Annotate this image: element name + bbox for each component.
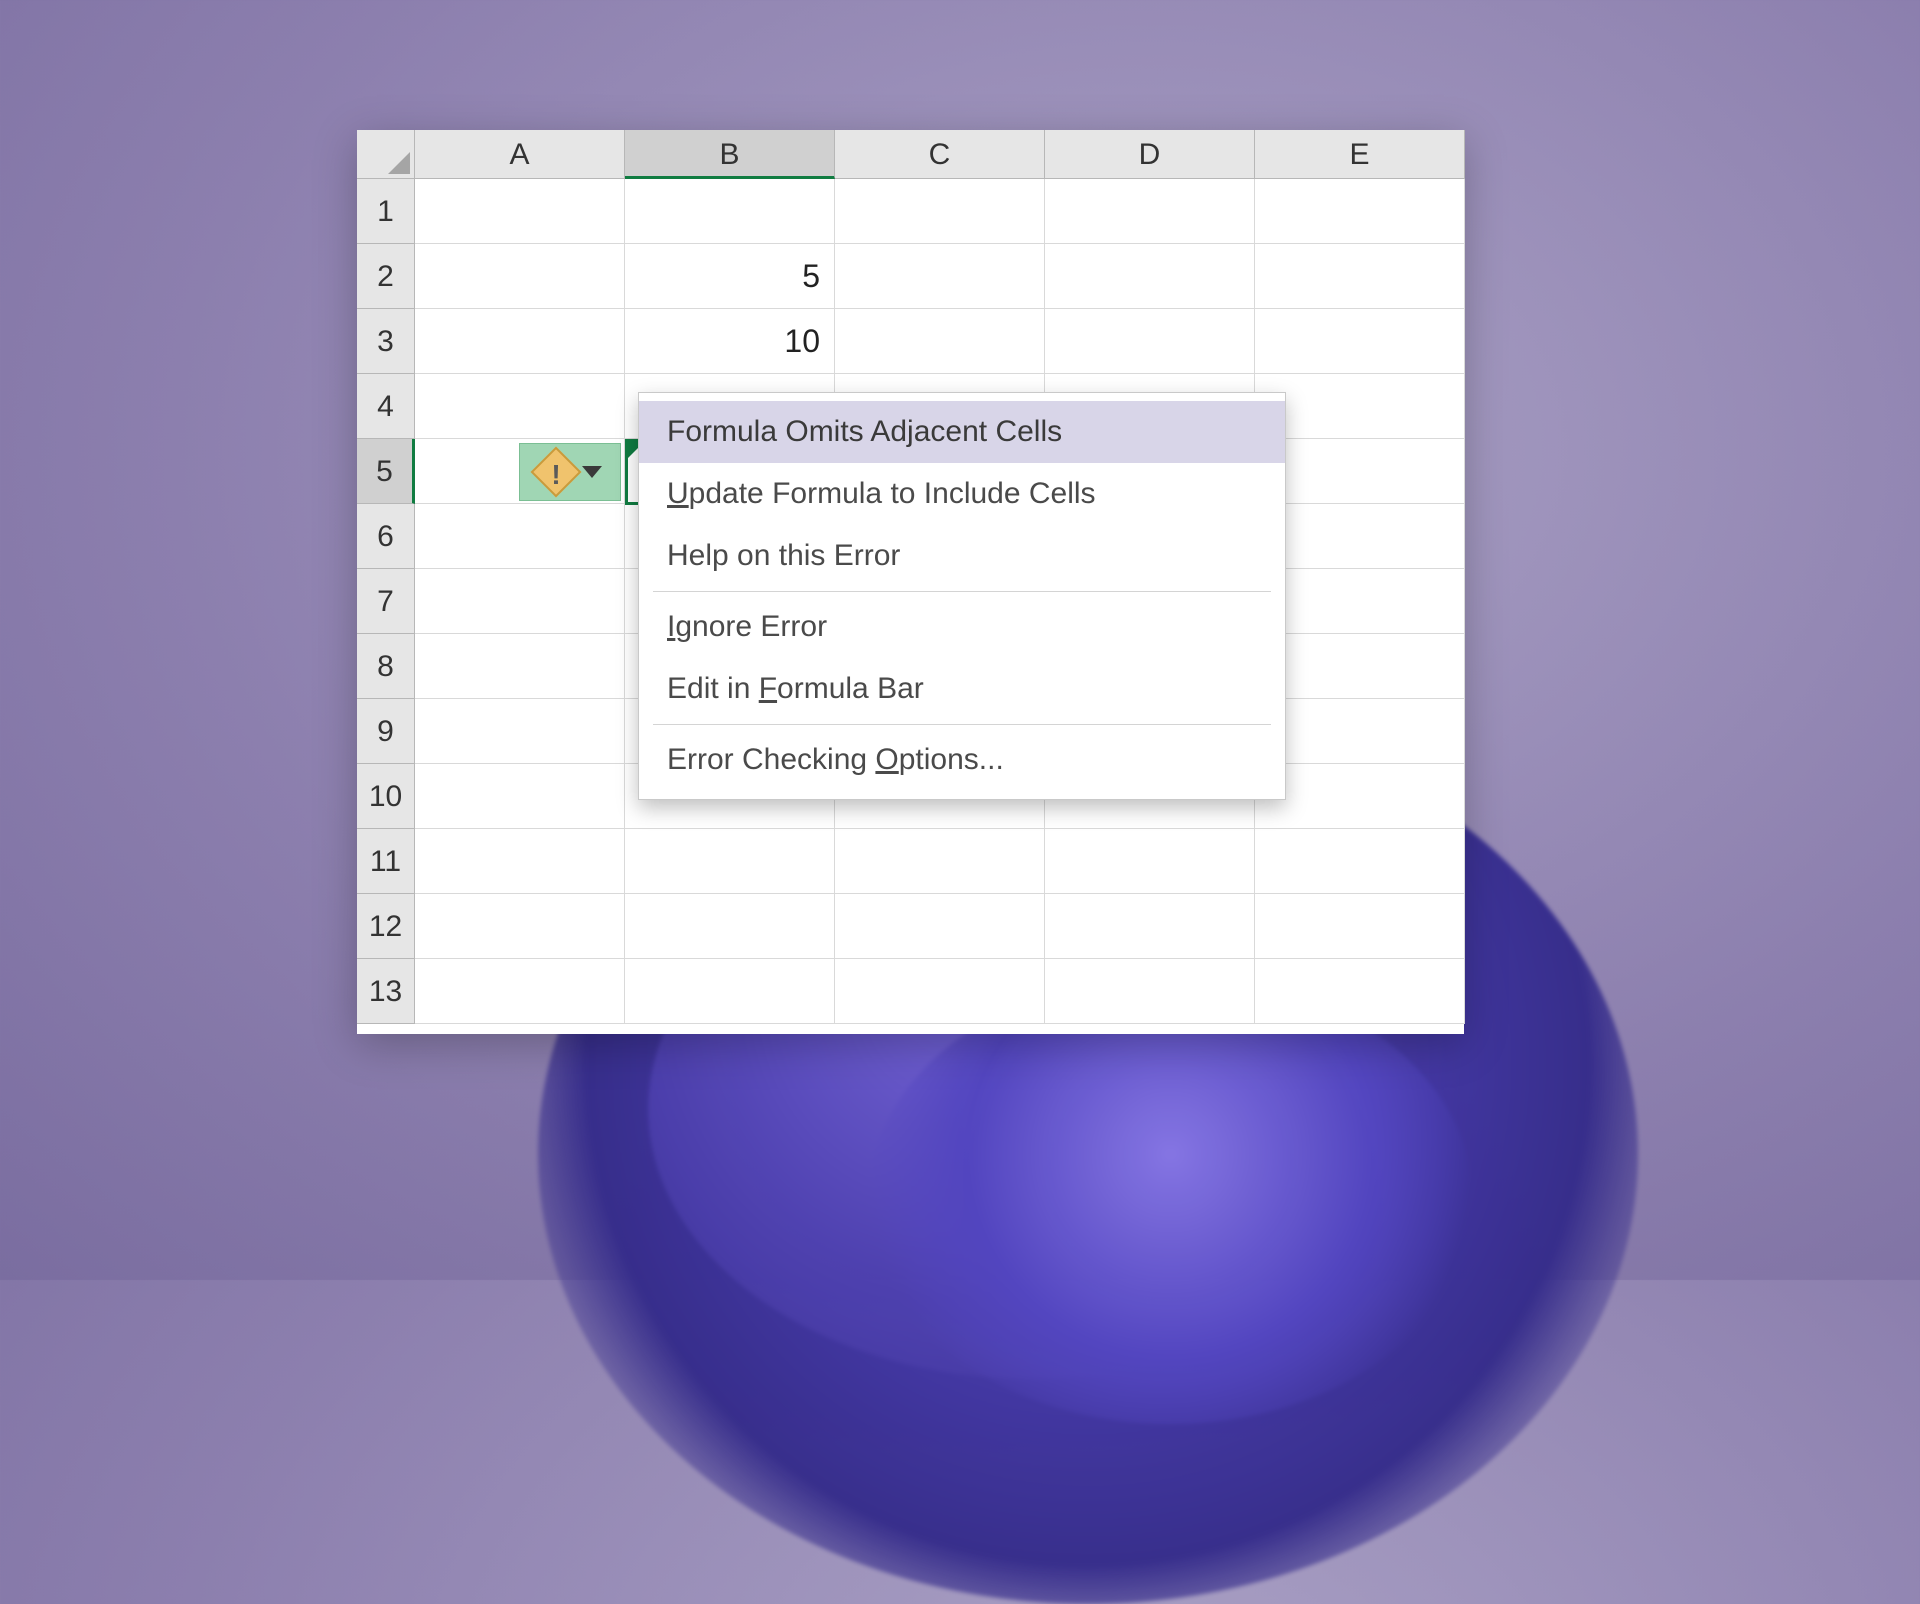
cell-B3[interactable]: 10 — [625, 309, 835, 374]
cell-E10[interactable] — [1255, 764, 1465, 829]
col-header-D[interactable]: D — [1045, 130, 1255, 179]
cell-E3[interactable] — [1255, 309, 1465, 374]
cell-E9[interactable] — [1255, 699, 1465, 764]
cell-C1[interactable] — [835, 179, 1045, 244]
cell-B11[interactable] — [625, 829, 835, 894]
cell-E12[interactable] — [1255, 894, 1465, 959]
cell-A2[interactable] — [415, 244, 625, 309]
row-headers: 1 2 3 4 5 6 7 8 9 10 11 12 13 — [357, 179, 415, 1034]
cell-A7[interactable] — [415, 569, 625, 634]
cell-C12[interactable] — [835, 894, 1045, 959]
col-header-B[interactable]: B — [625, 130, 835, 179]
row-header-8[interactable]: 8 — [357, 634, 415, 699]
cell-D3[interactable] — [1045, 309, 1255, 374]
menu-item-4[interactable]: Ignore Error — [639, 596, 1285, 658]
cell-E6[interactable] — [1255, 504, 1465, 569]
cell-A8[interactable] — [415, 634, 625, 699]
cell-A11[interactable] — [415, 829, 625, 894]
cell-E4[interactable] — [1255, 374, 1465, 439]
row-header-10[interactable]: 10 — [357, 764, 415, 829]
cell-B12[interactable] — [625, 894, 835, 959]
cell-E2[interactable] — [1255, 244, 1465, 309]
cell-A3[interactable] — [415, 309, 625, 374]
row-header-4[interactable]: 4 — [357, 374, 415, 439]
menu-item-1[interactable]: Update Formula to Include Cells — [639, 463, 1285, 525]
select-all-corner[interactable] — [357, 130, 415, 179]
cell-D2[interactable] — [1045, 244, 1255, 309]
menu-item-2[interactable]: Help on this Error — [639, 525, 1285, 587]
cell-A10[interactable] — [415, 764, 625, 829]
cell-D12[interactable] — [1045, 894, 1255, 959]
menu-separator — [653, 724, 1271, 725]
cell-A9[interactable] — [415, 699, 625, 764]
cell-A12[interactable] — [415, 894, 625, 959]
cell-C2[interactable] — [835, 244, 1045, 309]
row-header-11[interactable]: 11 — [357, 829, 415, 894]
cell-E1[interactable] — [1255, 179, 1465, 244]
row-header-3[interactable]: 3 — [357, 309, 415, 374]
cell-B2[interactable]: 5 — [625, 244, 835, 309]
cell-E8[interactable] — [1255, 634, 1465, 699]
cell-C11[interactable] — [835, 829, 1045, 894]
cell-B13[interactable] — [625, 959, 835, 1024]
menu-item-5[interactable]: Edit in Formula Bar — [639, 658, 1285, 720]
cell-C3[interactable] — [835, 309, 1045, 374]
cell-E5[interactable] — [1255, 439, 1465, 504]
cell-B1[interactable] — [625, 179, 835, 244]
cell-E7[interactable] — [1255, 569, 1465, 634]
menu-item-0[interactable]: Formula Omits Adjacent Cells — [639, 401, 1285, 463]
col-header-E[interactable]: E — [1255, 130, 1465, 179]
row-header-2[interactable]: 2 — [357, 244, 415, 309]
row-header-6[interactable]: 6 — [357, 504, 415, 569]
row-header-1[interactable]: 1 — [357, 179, 415, 244]
cell-E11[interactable] — [1255, 829, 1465, 894]
menu-item-7[interactable]: Error Checking Options... — [639, 729, 1285, 791]
col-header-A[interactable]: A — [415, 130, 625, 179]
error-smart-tag-button[interactable]: ! — [519, 443, 621, 501]
col-header-C[interactable]: C — [835, 130, 1045, 179]
row-header-9[interactable]: 9 — [357, 699, 415, 764]
row-header-13[interactable]: 13 — [357, 959, 415, 1024]
column-headers: A B C D E — [415, 130, 1464, 179]
cell-E13[interactable] — [1255, 959, 1465, 1024]
cell-A6[interactable] — [415, 504, 625, 569]
warning-icon: ! — [531, 447, 582, 498]
menu-separator — [653, 591, 1271, 592]
row-header-7[interactable]: 7 — [357, 569, 415, 634]
cell-A4[interactable] — [415, 374, 625, 439]
cell-D11[interactable] — [1045, 829, 1255, 894]
error-context-menu: Formula Omits Adjacent CellsUpdate Formu… — [638, 392, 1286, 800]
cell-D13[interactable] — [1045, 959, 1255, 1024]
cell-A13[interactable] — [415, 959, 625, 1024]
cell-C13[interactable] — [835, 959, 1045, 1024]
chevron-down-icon — [582, 466, 602, 478]
cell-A1[interactable] — [415, 179, 625, 244]
row-header-5[interactable]: 5 — [357, 439, 415, 504]
row-header-12[interactable]: 12 — [357, 894, 415, 959]
cell-D1[interactable] — [1045, 179, 1255, 244]
